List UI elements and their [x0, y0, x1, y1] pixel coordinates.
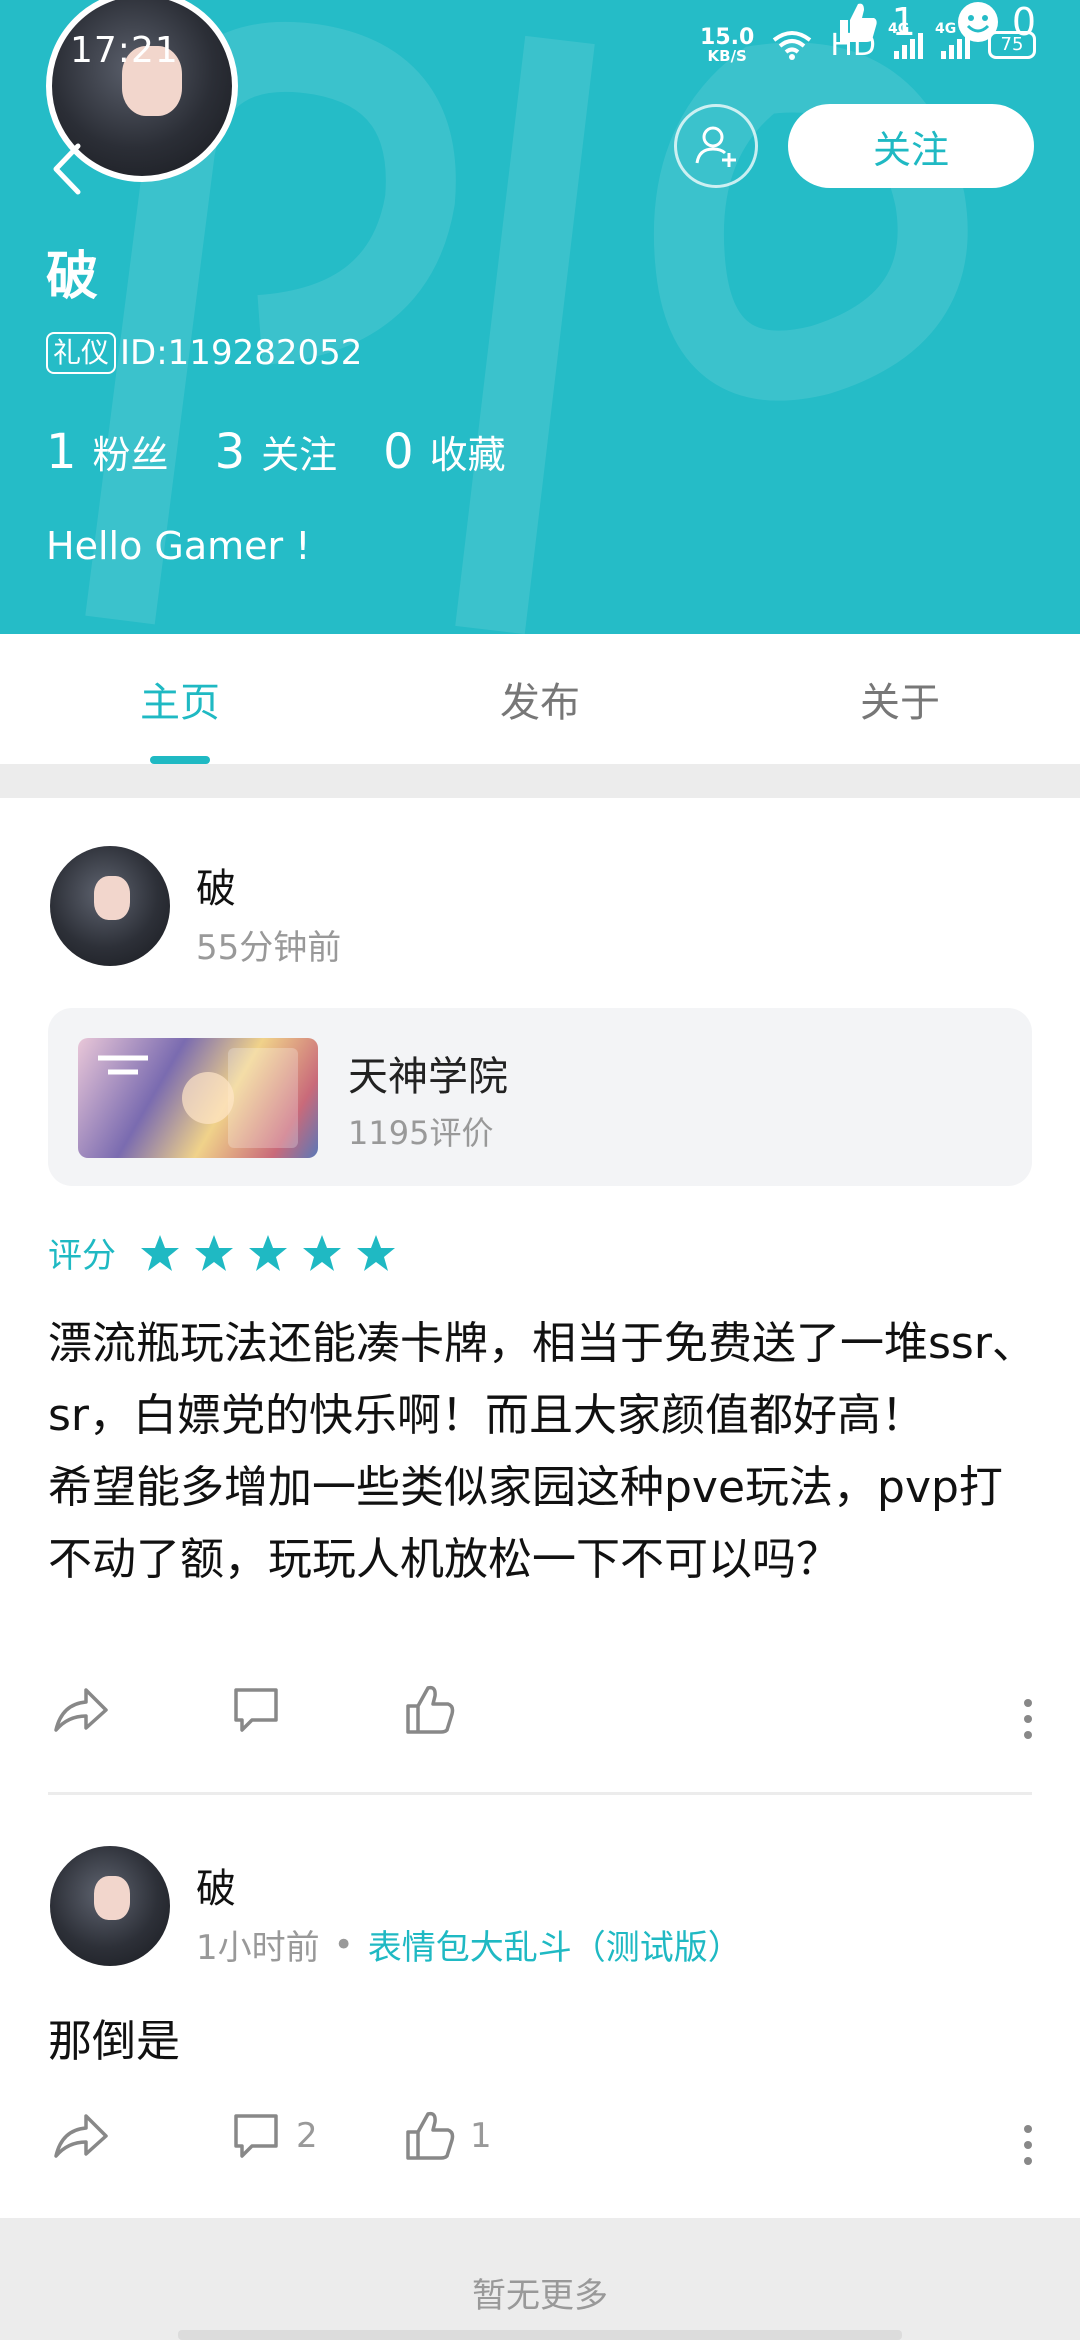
comment-button[interactable] [230, 1684, 296, 1736]
profile-header: 17:21 15.0 KB/S HD 4G 4G 75 1 0 关注 破 礼仪 … [0, 0, 1080, 634]
rating-label: 评分 [48, 1236, 116, 1276]
post-content: 那倒是 [48, 2016, 180, 2067]
game-card[interactable]: 天神学院 1195评价 [48, 1008, 1032, 1186]
tab-about[interactable]: 关于 [720, 634, 1080, 764]
etiquette-badge: 礼仪 [46, 332, 117, 374]
star-icon [357, 1234, 395, 1271]
post-game-link[interactable]: 表情包大乱斗（测试版） [368, 1920, 742, 1969]
post-meta: 1小时前 • 表情包大乱斗（测试版） [196, 1920, 742, 1969]
like-button[interactable] [404, 1684, 470, 1736]
like-button[interactable]: 1 [404, 2110, 492, 2162]
tab-home[interactable]: 主页 [0, 634, 360, 764]
profile-bio: Hello Gamer ! [46, 524, 311, 568]
more-icon[interactable] [1018, 1684, 1038, 1754]
star-icon [249, 1234, 287, 1271]
profile-id: ID:119282052 [120, 333, 363, 373]
more-icon[interactable] [1018, 2110, 1038, 2180]
bottom-bar [178, 2330, 902, 2340]
comment-button[interactable]: 2 [230, 2110, 318, 2162]
back-arrow-icon[interactable] [48, 142, 88, 196]
game-thumbnail [78, 1038, 318, 1158]
like-icon [406, 1685, 455, 1734]
wifi-icon [773, 31, 812, 60]
post-divider [48, 1792, 1032, 1795]
post-actions [48, 1684, 1038, 1754]
profile-username: 破 [46, 247, 99, 307]
stat-following[interactable]: 3 关注 [215, 424, 338, 480]
post-author-avatar[interactable] [50, 846, 170, 966]
post-time: 1小时前 [196, 1928, 320, 1968]
star-icon [141, 1234, 179, 1271]
post-content: 漂流瓶玩法还能凑卡牌，相当于免费送了一堆ssr、sr，白嫖党的快乐啊！而且大家颜… [48, 1318, 1036, 1585]
net-speed: 15.0 KB/S [700, 24, 755, 65]
share-icon [54, 2114, 108, 2158]
comment-icon [234, 2114, 278, 2158]
rating: 评分 [48, 1228, 396, 1277]
share-button[interactable] [52, 2110, 110, 2162]
comment-count: 2 [296, 2116, 318, 2156]
post-author-name[interactable]: 破 [196, 856, 236, 914]
like-icon [406, 2111, 455, 2160]
add-friend-button[interactable] [674, 104, 758, 188]
smile-icon [957, 2, 998, 42]
like-count: 1 [470, 2116, 492, 2156]
game-name: 天神学院 [348, 1054, 508, 1100]
share-icon [54, 1688, 108, 1732]
status-time: 17:21 [70, 30, 179, 71]
meta-separator: • [333, 1924, 354, 1965]
tab-posts[interactable]: 发布 [360, 634, 720, 764]
section-gap [0, 764, 1080, 798]
stat-fans[interactable]: 1 粉丝 [46, 424, 169, 480]
follow-button[interactable]: 关注 [788, 104, 1034, 188]
no-more-text: 暂无更多 [472, 2276, 608, 2316]
profile-id-row: 礼仪 ID:119282052 [46, 332, 362, 374]
post-time: 55分钟前 [196, 928, 342, 968]
post-author-name[interactable]: 破 [196, 1856, 236, 1914]
likes-count: 1 [891, 0, 916, 44]
stat-favorites[interactable]: 0 收藏 [383, 424, 506, 480]
profile-tabs: 主页 发布 关于 [0, 634, 1080, 764]
thumbs-up-icon [839, 3, 877, 43]
game-reviews: 1195评价 [348, 1114, 494, 1152]
star-icon [303, 1234, 341, 1271]
tab-indicator [150, 756, 210, 764]
share-button[interactable] [52, 1684, 110, 1736]
post-actions: 2 1 [48, 2110, 1038, 2180]
add-friend-icon [695, 126, 736, 167]
list-footer: 暂无更多 [0, 2218, 1080, 2340]
star-icon [195, 1234, 233, 1271]
smile-count: 0 [1011, 0, 1036, 44]
comment-icon [234, 1688, 278, 1732]
profile-stats: 1 粉丝 3 关注 0 收藏 [46, 424, 506, 480]
reaction-overlay: 1 0 [836, 0, 1036, 44]
post-author-avatar[interactable] [50, 1846, 170, 1966]
